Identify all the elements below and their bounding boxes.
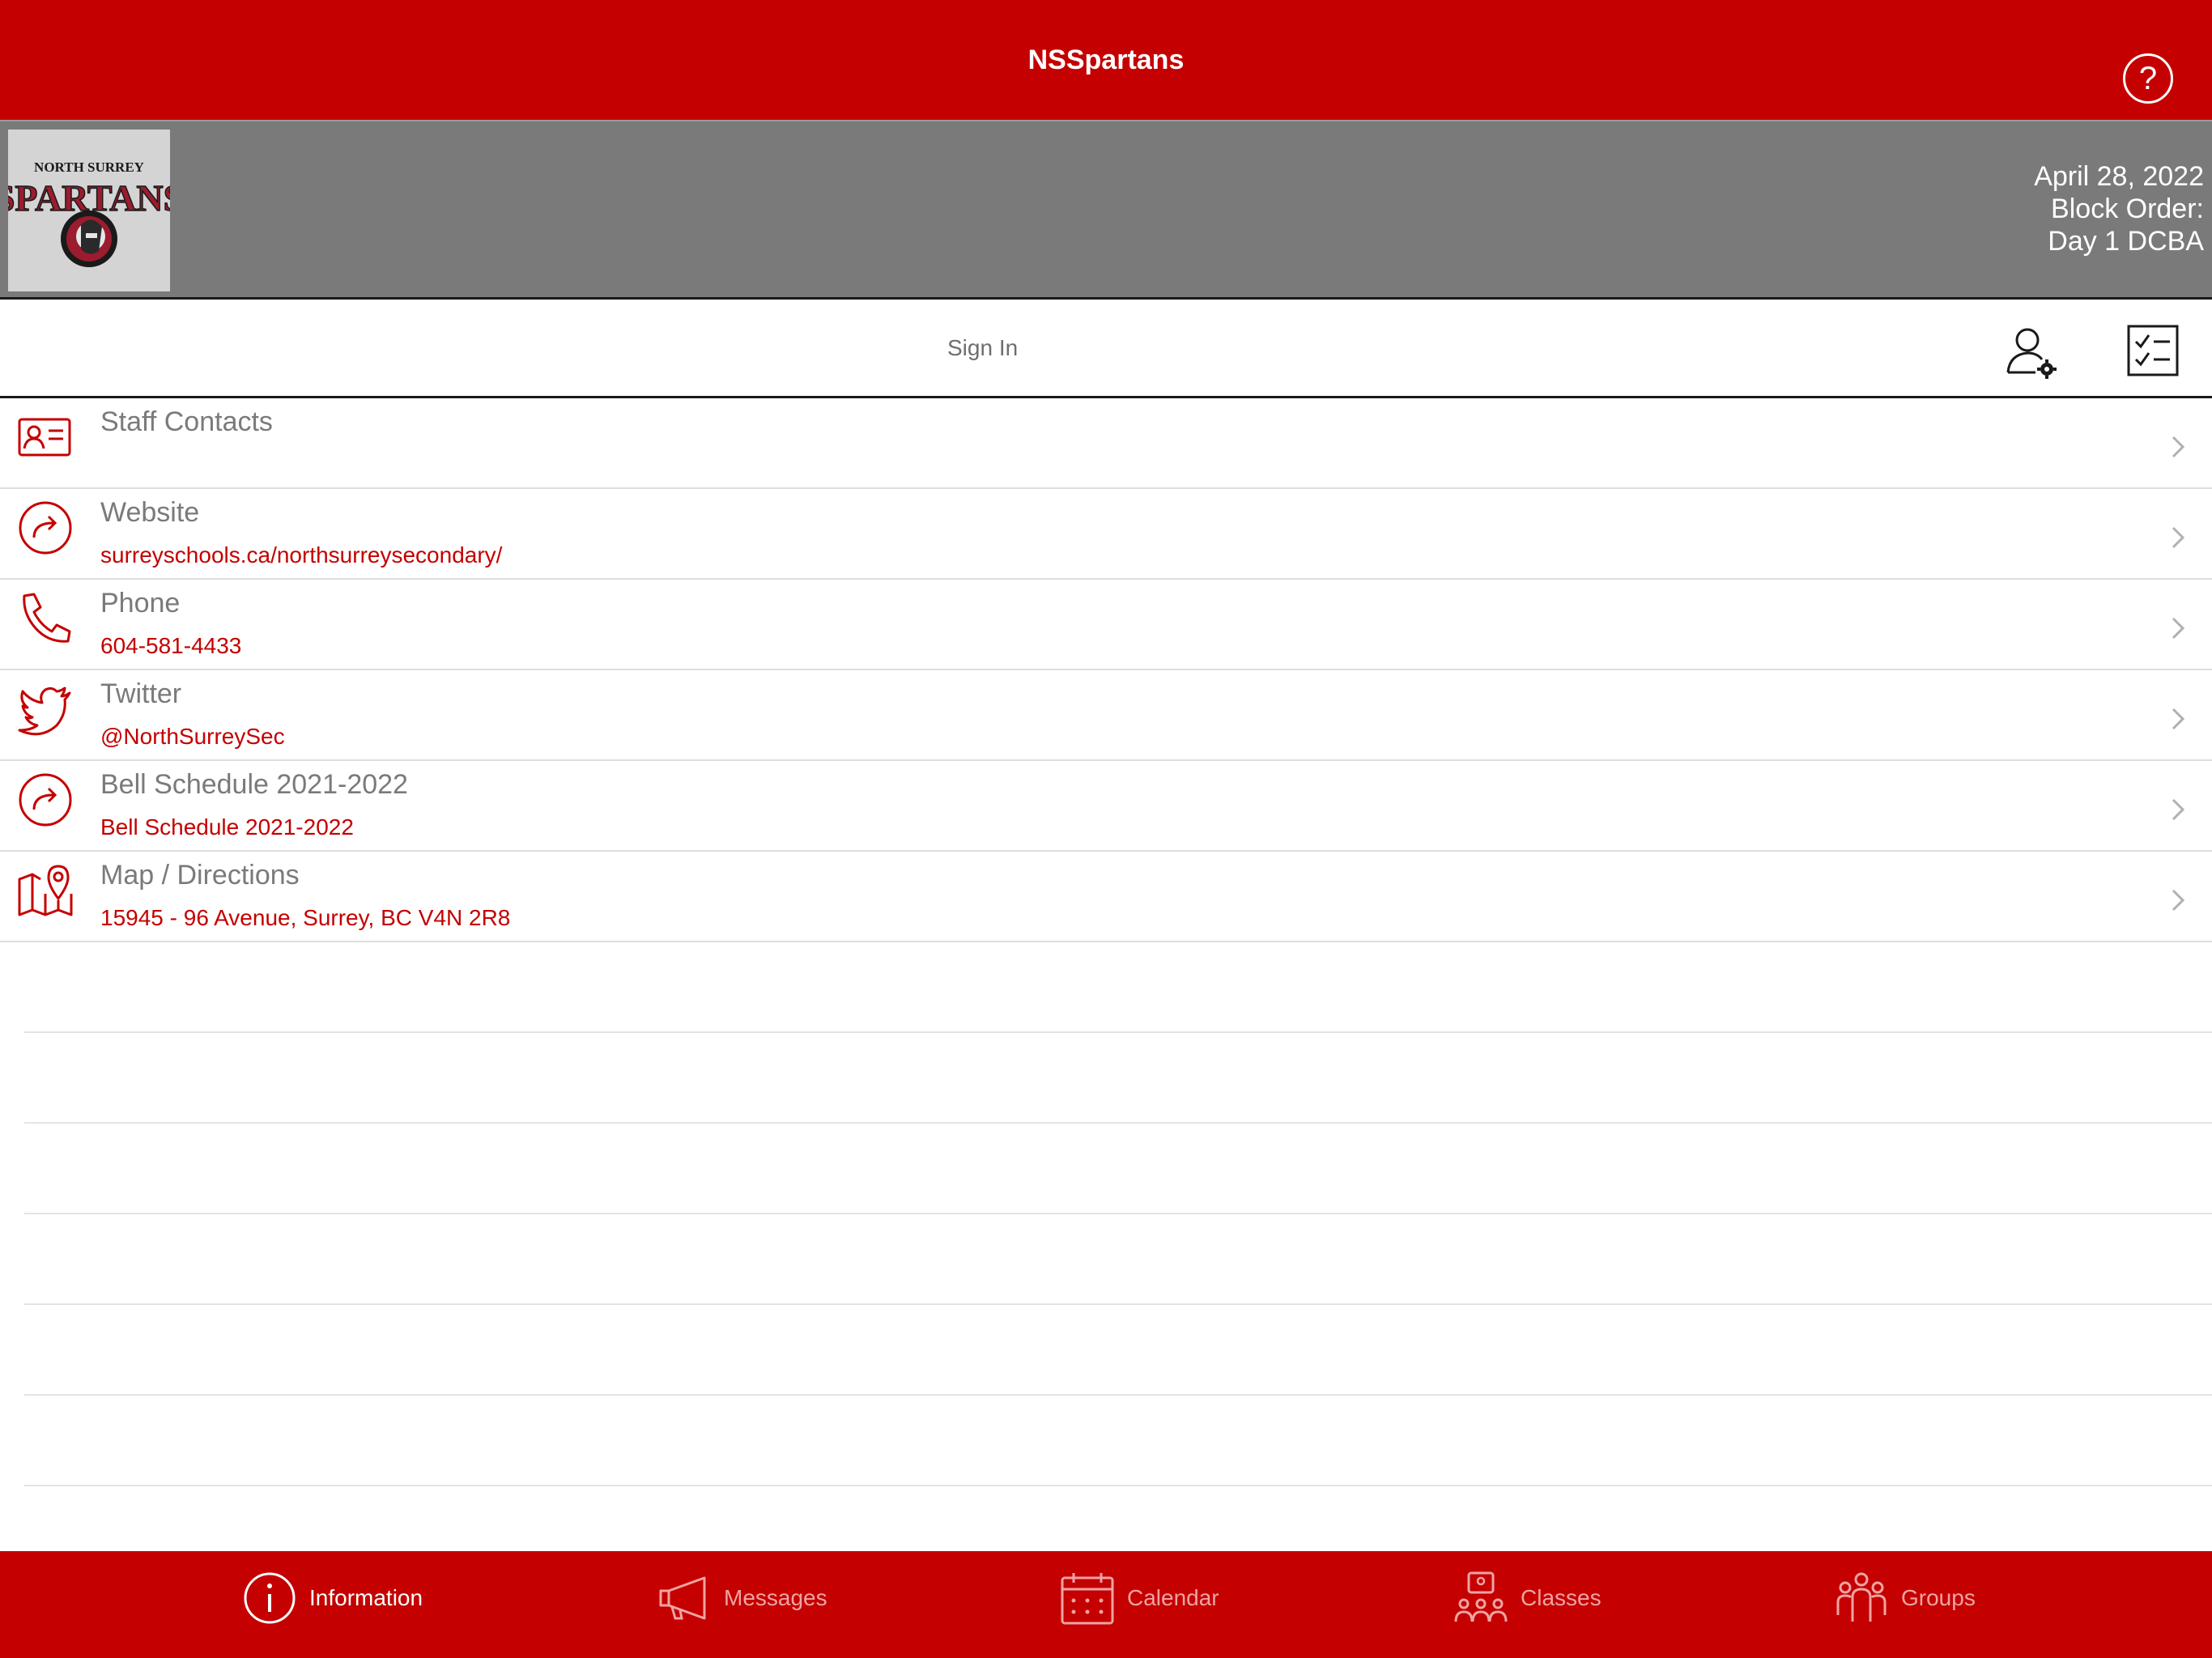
empty-row [24,1396,2212,1486]
block-order-label: Block Order: [2051,193,2204,224]
date-block: April 28, 2022 Block Order: Day 1 DCBA [2034,160,2204,257]
empty-row [24,1214,2212,1305]
tab-label: Information [309,1585,423,1610]
school-banner: NORTH SURREY SPARTANS April 28, 2022 Blo… [0,120,2212,300]
tab-label: Calendar [1127,1585,1219,1610]
help-button[interactable]: ? [2123,53,2173,104]
empty-row [24,1033,2212,1124]
empty-row [24,1124,2212,1214]
app-title: NSSpartans [1027,44,1185,75]
list-item-map-directions[interactable]: Map / Directions 15945 - 96 Avenue, Surr… [0,852,2212,942]
tab-classes[interactable]: Classes [1453,1566,1602,1630]
chevron-right-icon [2172,526,2185,549]
share-arrow-icon [19,773,72,827]
chevron-right-icon [2172,436,2185,458]
tab-information[interactable]: Information [241,1566,423,1630]
classroom-icon [1454,1571,1508,1622]
list-item-staff-contacts[interactable]: Staff Contacts [0,398,2212,489]
current-date: April 28, 2022 [2034,161,2204,192]
megaphone-icon [659,1576,706,1620]
tab-label: Messages [724,1585,827,1610]
tab-label: Groups [1901,1585,1976,1610]
signin-row: Sign In [0,300,2212,398]
user-gear-icon[interactable] [2003,324,2060,380]
empty-row [24,1305,2212,1396]
chevron-right-icon [2172,617,2185,640]
checklist-icon[interactable] [2126,324,2180,377]
question-circle-icon: ? [2138,61,2158,96]
list-item-twitter[interactable]: Twitter @NorthSurreySec [0,670,2212,761]
sign-in-button[interactable]: Sign In [947,335,1018,361]
list-item-subtitle[interactable]: 604-581-4433 [100,633,241,659]
tab-groups[interactable]: Groups [1833,1566,1976,1630]
chevron-right-icon [2172,708,2185,730]
list-item-subtitle[interactable]: Bell Schedule 2021-2022 [100,814,354,840]
calendar-icon [1061,1573,1114,1625]
list-item-subtitle[interactable]: @NorthSurreySec [100,724,285,750]
list-item-subtitle[interactable]: 15945 - 96 Avenue, Surrey, BC V4N 2R8 [100,905,510,931]
list-item-bell-schedule[interactable]: Bell Schedule 2021-2022 Bell Schedule 20… [0,761,2212,852]
top-nav-bar: NSSpartans ? [0,0,2212,120]
chevron-right-icon [2172,798,2185,821]
list-item-title: Bell Schedule 2021-2022 [100,769,408,800]
list-item-website[interactable]: Website surreyschools.ca/northsurreyseco… [0,489,2212,580]
school-logo: NORTH SURREY SPARTANS [0,130,185,291]
logo-text-top: NORTH SURREY [34,159,144,175]
list-item-title: Map / Directions [100,860,300,891]
chevron-right-icon [2172,889,2185,912]
phone-icon [23,593,71,643]
list-item-subtitle[interactable]: surreyschools.ca/northsurreysecondary/ [100,542,502,568]
info-icon [244,1572,296,1624]
list-item-title: Website [100,497,200,528]
list-item-title: Twitter [100,678,182,709]
contact-card-icon [18,418,71,457]
twitter-bird-icon [18,687,71,736]
block-order-value: Day 1 DCBA [2048,226,2204,257]
share-arrow-icon [19,501,72,555]
tab-messages[interactable]: Messages [656,1566,827,1630]
tab-calendar[interactable]: Calendar [1059,1566,1219,1630]
tab-label: Classes [1521,1585,1602,1610]
groups-icon [1836,1572,1887,1622]
empty-row [24,942,2212,1033]
list-item-title: Phone [100,588,181,619]
info-list: Staff Contacts Website surreyschools.ca/… [0,398,2212,1486]
bottom-tab-bar: Information Messages Calendar Classes Gr… [0,1551,2212,1658]
list-item-phone[interactable]: Phone 604-581-4433 [0,580,2212,670]
list-item-title: Staff Contacts [100,406,273,437]
map-pin-icon [18,865,73,916]
